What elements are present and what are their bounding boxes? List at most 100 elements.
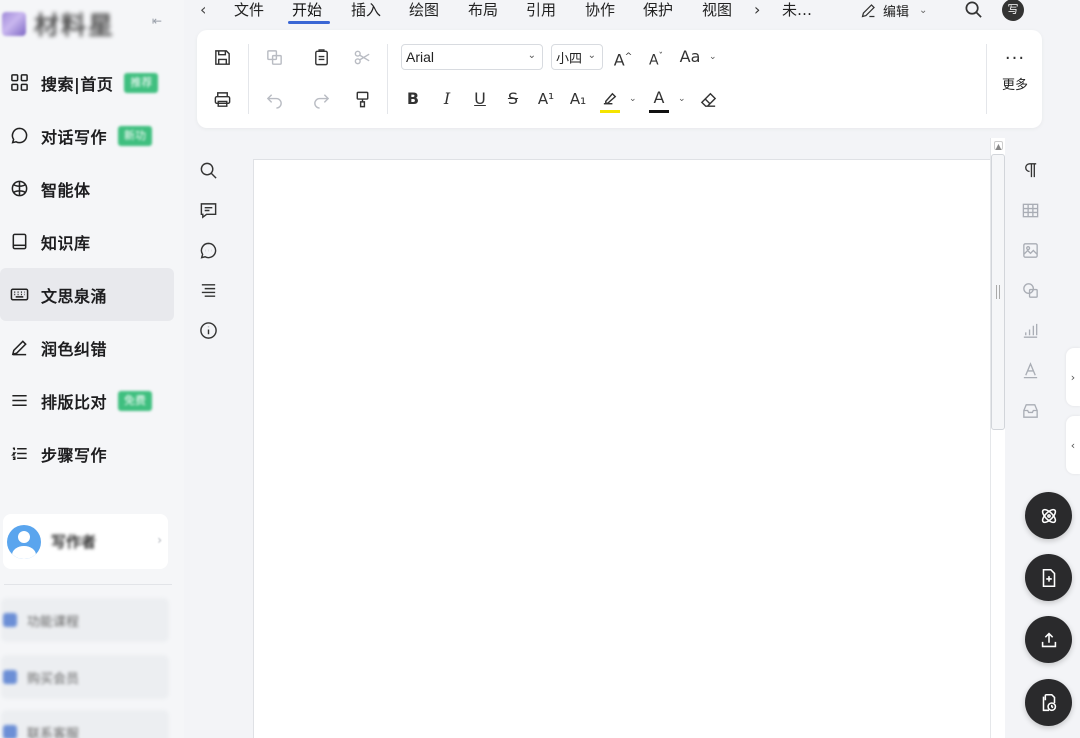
chevron-down-icon[interactable]: ⌄ (678, 86, 686, 112)
print-icon[interactable] (209, 86, 235, 112)
upload-button[interactable] (1025, 616, 1072, 663)
expand-right-panel-button[interactable]: › (1066, 348, 1080, 406)
paste-icon[interactable] (308, 44, 334, 70)
underline-button[interactable]: U (469, 86, 491, 112)
separator (248, 44, 249, 114)
font-family-select[interactable]: Arial ⌄ (401, 44, 543, 70)
tab-draw[interactable]: 绘图 (409, 0, 439, 20)
chevron-right-icon[interactable]: › (754, 0, 760, 20)
chevron-left-icon[interactable]: ‹ (200, 0, 206, 20)
inbox-icon[interactable] (1019, 399, 1041, 421)
tab-more[interactable]: 未… (782, 0, 812, 20)
scroll-up-icon[interactable]: ▲ (994, 141, 1003, 151)
bottom-link-support[interactable]: 联系客服 (1, 710, 169, 738)
more-button[interactable]: ··· 更多 (997, 48, 1033, 94)
paragraph-icon[interactable] (1019, 159, 1041, 181)
chat-icon (9, 126, 29, 146)
nav-item-layout-compare[interactable]: 排版比对 免费 (0, 374, 184, 427)
nav-item-step-writing[interactable]: 步骤写作 (0, 427, 184, 480)
new-document-button[interactable] (1025, 554, 1072, 601)
nav-item-knowledge-base[interactable]: 知识库 (0, 215, 184, 268)
text-art-icon[interactable] (1019, 359, 1041, 381)
font-family-value: Arial (406, 49, 435, 65)
collapse-right-panel-button[interactable]: ‹ (1066, 416, 1080, 474)
numbered-list-icon (9, 444, 29, 464)
nav-item-label: 步骤写作 (41, 445, 108, 465)
ai-assistant-button[interactable] (1025, 492, 1072, 539)
shapes-icon[interactable] (1019, 279, 1041, 301)
bottom-link-courses[interactable]: 功能课程 (1, 598, 169, 642)
grid-icon (9, 73, 29, 93)
cut-icon[interactable] (349, 44, 375, 70)
tab-protect[interactable]: 保护 (643, 0, 673, 20)
tab-home[interactable]: 开始 (292, 0, 322, 20)
main-nav: 搜索|首页 推荐 对话写作 新功 智能体 知识库 文思泉涌 润色纠错 排版比对 … (0, 56, 184, 480)
outline-icon[interactable] (197, 279, 219, 301)
nav-item-polish[interactable]: 润色纠错 (0, 321, 184, 374)
info-icon[interactable] (197, 319, 219, 341)
collapse-sidebar-icon[interactable]: ⇤ (150, 14, 164, 28)
font-size-select[interactable]: 小四 ⌄ (551, 44, 603, 70)
new-doc-icon (1042, 568, 1055, 587)
nav-item-search-home[interactable]: 搜索|首页 推荐 (0, 56, 184, 109)
scrollbar-thumb[interactable] (991, 154, 1005, 430)
highlighter-icon (603, 92, 616, 104)
undo-icon[interactable] (261, 86, 287, 112)
highlight-button[interactable] (597, 85, 623, 111)
nav-item-agent[interactable]: 智能体 (0, 162, 184, 215)
nav-item-label: 搜索|首页 (41, 74, 114, 94)
search-icon[interactable] (964, 0, 984, 20)
save-icon[interactable] (209, 44, 235, 70)
shrink-font-button[interactable]: Aˇ (645, 44, 667, 70)
clear-format-icon[interactable] (695, 86, 721, 112)
redo-icon[interactable] (308, 86, 334, 112)
find-icon[interactable] (197, 159, 219, 181)
chat-bubble-icon[interactable] (197, 239, 219, 261)
separator (387, 44, 388, 114)
table-icon[interactable] (1019, 199, 1041, 221)
font-color-label: A (653, 88, 665, 107)
active-tab-indicator (288, 21, 330, 24)
grow-font-button[interactable]: A^ (611, 44, 635, 70)
font-color-button[interactable]: A (647, 85, 671, 111)
vertical-scrollbar[interactable]: ▲ (990, 138, 1005, 738)
support-icon (3, 725, 17, 738)
edit-mode-button[interactable]: 编辑 ⌄ (860, 0, 927, 20)
history-button[interactable] (1025, 679, 1072, 726)
chart-icon[interactable] (1019, 319, 1041, 341)
brand-name: 材料星 (34, 11, 116, 40)
superscript-button[interactable]: A¹ (533, 86, 559, 112)
font-color-bar (649, 110, 669, 113)
italic-label: I (443, 89, 451, 108)
format-painter-icon[interactable] (349, 86, 375, 112)
chevron-down-icon[interactable]: ⌄ (629, 86, 637, 112)
tab-file[interactable]: 文件 (234, 0, 264, 20)
more-label: 更多 (1001, 78, 1028, 93)
grow-font-label: A (613, 50, 625, 70)
chevron-down-icon[interactable]: ⌄ (709, 44, 717, 70)
tab-view[interactable]: 视图 (702, 0, 732, 20)
tab-insert[interactable]: 插入 (351, 0, 381, 20)
document-page[interactable] (253, 159, 991, 738)
tab-references[interactable]: 引用 (526, 0, 556, 20)
tab-layout[interactable]: 布局 (468, 0, 498, 20)
nav-item-chat-writing[interactable]: 对话写作 新功 (0, 109, 184, 162)
image-icon[interactable] (1019, 239, 1041, 261)
avatar[interactable]: 写 (1002, 0, 1024, 21)
nav-item-wensi[interactable]: 文思泉涌 (0, 268, 174, 321)
comment-icon[interactable] (197, 199, 219, 221)
atom-icon (1041, 508, 1056, 523)
bold-button[interactable]: B (402, 86, 424, 112)
subscript-button[interactable]: A₁ (565, 86, 591, 112)
italic-button[interactable]: I (436, 86, 458, 112)
more-dots-icon: ··· (1004, 48, 1026, 69)
copy-icon[interactable] (261, 44, 287, 70)
change-case-button[interactable]: Aa (677, 44, 703, 70)
user-card[interactable]: 写作者 › (3, 514, 168, 569)
strikethrough-button[interactable]: S (502, 86, 524, 112)
pencil-icon (861, 3, 875, 17)
tab-collaborate[interactable]: 协作 (585, 0, 615, 20)
nav-item-label: 文思泉涌 (41, 286, 108, 306)
bottom-link-membership[interactable]: 购买会员 (1, 655, 169, 699)
history-doc-icon (1042, 693, 1056, 711)
